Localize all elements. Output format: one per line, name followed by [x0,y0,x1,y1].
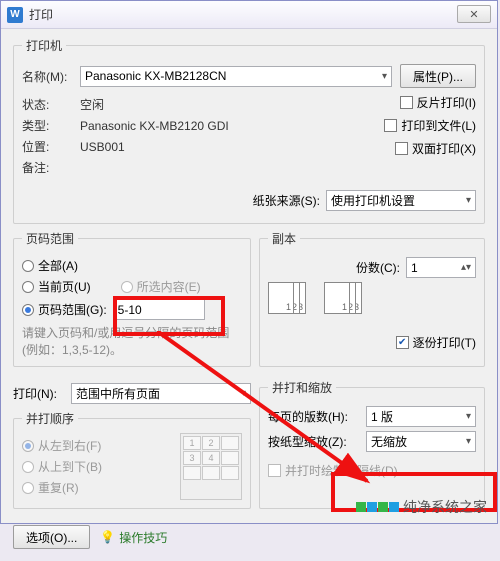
zoom-group: 并打和缩放 每页的版数(H): 1 版 ▾ 按纸型缩放(Z): 无缩放 ▾ [259,379,485,509]
radio-icon [121,281,133,293]
paper-source-combo[interactable]: 使用打印机设置 ▾ [326,190,476,211]
type-value: Panasonic KX-MB2120 GDI [80,119,229,133]
spinner-icon: ▴▾ [461,262,471,273]
order-repeat-radio: 重复(R) [22,479,172,496]
chevron-down-icon: ▾ [241,388,246,399]
printwhat-combo[interactable]: 范围中所有页面 ▾ [71,383,251,404]
printer-name-label: 名称(M): [22,68,80,85]
copies-count-label: 份数(C): [356,259,400,276]
copies-group: 副本 份数(C): 1 ▴▾ 3 2 1 3 2 [259,230,485,367]
options-button[interactable]: 选项(O)... [13,525,90,549]
radio-icon [22,304,34,316]
close-button[interactable]: ✕ [457,5,491,23]
order-tb-radio: 从上到下(B) [22,458,172,475]
watermark: 纯净系统之家 [356,497,487,517]
checkbox-icon [384,119,397,132]
paper-source-label: 纸张来源(S): [253,192,320,209]
radio-icon [22,260,34,272]
range-hint-1: 请键入页码和/或用逗号分隔的页码范围 [22,324,242,341]
collate-checkbox[interactable]: ✔ 逐份打印(T) [268,334,476,351]
checkbox-icon: ✔ [396,336,409,349]
range-pages-radio[interactable]: 页码范围(G): [22,301,107,318]
chevron-down-icon: ▾ [466,195,471,206]
radio-icon [22,482,34,494]
tips-link[interactable]: 💡 操作技巧 [100,529,167,546]
dialog-content: 打印机 名称(M): Panasonic KX-MB2128CN ▾ 属性(P)… [1,29,497,561]
printwhat-label: 打印(N): [13,385,71,402]
lightbulb-icon: 💡 [100,530,115,544]
comment-label: 备注: [22,159,80,176]
chevron-down-icon: ▾ [382,71,387,82]
window-title: 打印 [29,6,53,23]
order-lr-radio: 从左到右(F) [22,437,172,454]
zoom-legend: 并打和缩放 [268,379,336,396]
status-value: 空闲 [80,96,104,113]
copies-spinner[interactable]: 1 ▴▾ [406,257,476,278]
order-group: 并打顺序 从左到右(F) 从上到下(B) 重复(R) 12 34 [13,410,251,509]
range-current-radio[interactable]: 当前页(U) [22,278,91,295]
range-all-radio[interactable]: 全部(A) [22,257,242,274]
chevron-down-icon: ▾ [466,436,471,447]
collate-diagram: 3 2 1 3 2 1 [268,282,476,326]
paper-source-value: 使用打印机设置 [331,192,415,209]
close-icon: ✕ [469,8,478,21]
scale-combo[interactable]: 无缩放 ▾ [366,431,476,452]
properties-button[interactable]: 属性(P)... [400,64,476,88]
page-range-group: 页码范围 全部(A) 当前页(U) 所选内容(E) 页码范围(G): 5-10 … [13,230,251,367]
checkbox-icon [400,96,413,109]
radio-icon [22,461,34,473]
print-to-file-checkbox[interactable]: 打印到文件(L) [384,117,476,134]
where-label: 位置: [22,138,80,155]
where-value: USB001 [80,140,125,154]
range-selection-radio: 所选内容(E) [121,278,201,295]
watermark-text: 纯净系统之家 [403,497,487,517]
app-icon: W [7,7,23,23]
type-label: 类型: [22,117,80,134]
range-legend: 页码范围 [22,230,78,247]
status-label: 状态: [22,96,80,113]
printer-name-combo[interactable]: Panasonic KX-MB2128CN ▾ [80,66,392,87]
drawlines-checkbox: 并打时绘制分隔线(D) [268,462,476,479]
printer-legend: 打印机 [22,37,66,54]
perpage-label: 每页的版数(H): [268,408,366,425]
printer-group: 打印机 名称(M): Panasonic KX-MB2128CN ▾ 属性(P)… [13,37,485,224]
printer-name-value: Panasonic KX-MB2128CN [85,69,226,83]
watermark-logo-icon [356,502,399,512]
chevron-down-icon: ▾ [466,411,471,422]
perpage-combo[interactable]: 1 版 ▾ [366,406,476,427]
duplex-checkbox[interactable]: 双面打印(X) [395,140,476,157]
range-hint-2: (例如：1,3,5-12)。 [22,341,242,358]
titlebar: W 打印 ✕ [1,1,497,29]
checkbox-icon [395,142,408,155]
copies-legend: 副本 [268,230,300,247]
scale-label: 按纸型缩放(Z): [268,433,366,450]
order-legend: 并打顺序 [22,410,78,427]
reverse-print-checkbox[interactable]: 反片打印(I) [400,94,476,111]
page-range-input[interactable]: 5-10 [113,299,205,320]
radio-icon [22,440,34,452]
print-dialog: W 打印 ✕ 打印机 名称(M): Panasonic KX-MB2128CN … [0,0,498,524]
order-keypad-icon: 12 34 [180,433,242,500]
checkbox-icon [268,464,281,477]
radio-icon [22,281,34,293]
